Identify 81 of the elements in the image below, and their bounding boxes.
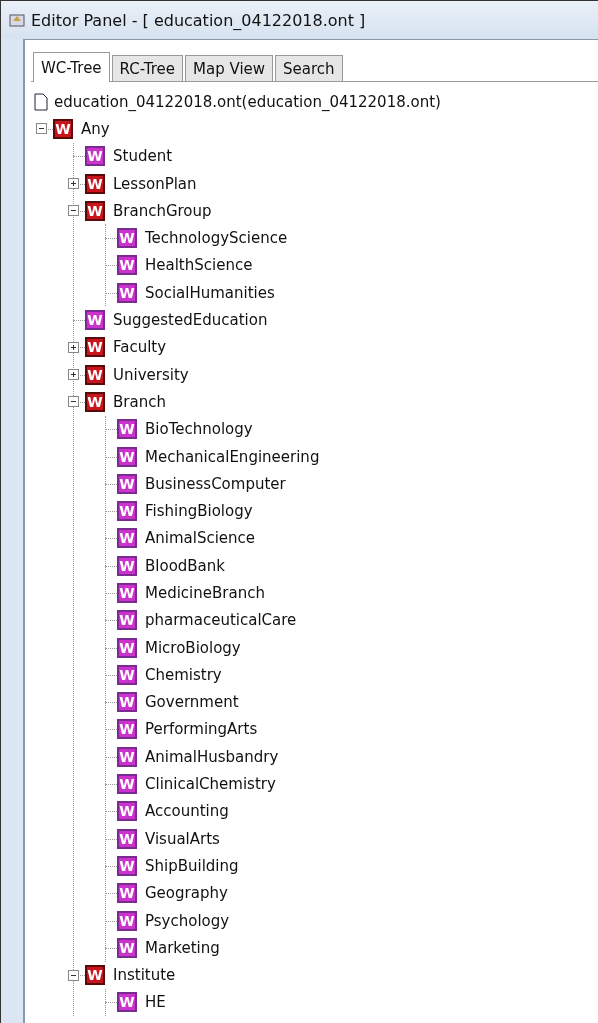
- class-badge-icon: W: [117, 937, 137, 958]
- tree-item[interactable]: pharmaceuticalCare: [145, 611, 297, 630]
- class-badge-icon: W: [117, 910, 137, 931]
- class-badge-icon: W: [117, 828, 137, 849]
- tree-item[interactable]: Accounting: [145, 802, 229, 821]
- class-badge-icon: W: [85, 391, 105, 412]
- tree-item[interactable]: MicroBiology: [145, 638, 241, 657]
- class-badge-icon: W: [117, 719, 137, 740]
- class-badge-icon: W: [85, 364, 105, 385]
- class-badge-icon: W: [117, 692, 137, 713]
- class-badge-icon: W: [117, 610, 137, 631]
- collapse-icon[interactable]: [68, 396, 79, 408]
- tree-item[interactable]: education_04122018.ont(education_04122018.ont): [54, 92, 441, 111]
- tree-item[interactable]: TechnologyScience: [145, 229, 288, 248]
- tree-item[interactable]: Geography: [145, 884, 228, 903]
- tree-item[interactable]: ShipBuilding: [145, 856, 239, 875]
- class-badge-icon: W: [85, 146, 105, 167]
- class-badge-icon: W: [53, 118, 73, 139]
- tree-item[interactable]: Marketing: [145, 938, 220, 957]
- tree-item[interactable]: Psychology: [145, 911, 230, 930]
- tree-item[interactable]: LessonPlan: [113, 174, 197, 193]
- tree-item[interactable]: FishingBiology: [145, 502, 253, 521]
- collapse-icon[interactable]: [68, 969, 79, 981]
- file-icon: [34, 92, 48, 111]
- tree-item[interactable]: Branch: [113, 392, 166, 411]
- class-badge-icon: W: [117, 883, 137, 904]
- class-badge-icon: W: [117, 637, 137, 658]
- class-badge-icon: W: [85, 200, 105, 221]
- class-badge-icon: W: [117, 992, 137, 1013]
- tree-item[interactable]: Any: [81, 119, 110, 138]
- class-badge-icon: W: [117, 282, 137, 303]
- window-title: Editor Panel - [ education_04122018.ont ]: [31, 10, 366, 30]
- class-badge-icon: W: [117, 664, 137, 685]
- app-icon: [9, 12, 25, 28]
- tree-item[interactable]: BranchGroup: [113, 201, 212, 220]
- tab[interactable]: Search: [275, 55, 343, 81]
- class-badge-icon: W: [117, 419, 137, 440]
- collapse-icon[interactable]: [36, 123, 47, 135]
- class-badge-icon: W: [117, 255, 137, 276]
- tree-item[interactable]: ClinicalChemistry: [145, 775, 276, 794]
- tab[interactable]: Map View: [185, 55, 274, 81]
- class-badge-icon: W: [85, 310, 105, 330]
- class-badge-icon: W: [117, 855, 137, 876]
- expand-icon[interactable]: [68, 369, 79, 381]
- tree-item[interactable]: MedicineBranch: [145, 584, 265, 602]
- tree-item[interactable]: Chemistry: [145, 665, 222, 684]
- tree-item[interactable]: HE: [145, 993, 166, 1012]
- class-badge-icon: W: [117, 555, 137, 576]
- tree-item[interactable]: AnimalScience: [145, 529, 256, 548]
- tree-item[interactable]: PerformingArts: [145, 720, 258, 739]
- tree-item[interactable]: BusinessComputer: [145, 474, 286, 493]
- tree-item[interactable]: Student: [113, 147, 173, 166]
- class-badge-icon: W: [117, 528, 137, 549]
- tree-item[interactable]: HealthScience: [145, 256, 253, 275]
- class-badge-icon: W: [117, 746, 137, 767]
- tree-item[interactable]: MechanicalEngineering: [145, 447, 320, 466]
- class-badge-icon: W: [117, 801, 137, 822]
- class-badge-icon: W: [117, 473, 137, 494]
- tree-item[interactable]: AnimalHusbandry: [145, 747, 279, 766]
- collapse-icon[interactable]: [68, 205, 79, 217]
- class-badge-icon: W: [117, 228, 137, 249]
- tree-item[interactable]: University: [113, 365, 189, 384]
- tree-item[interactable]: Institute: [113, 966, 176, 985]
- tree-item[interactable]: SocialHumanities: [145, 283, 275, 302]
- class-badge-icon: W: [85, 337, 105, 358]
- expand-icon[interactable]: [68, 178, 79, 190]
- class-badge-icon: W: [117, 583, 137, 603]
- expand-icon[interactable]: [68, 341, 79, 353]
- class-badge-icon: W: [85, 173, 105, 194]
- tree-item[interactable]: SuggestedEducation: [113, 311, 268, 329]
- tree-item[interactable]: Faculty: [113, 338, 167, 357]
- tab[interactable]: RC-Tree: [111, 55, 184, 81]
- class-badge-icon: W: [117, 446, 137, 467]
- tree-item[interactable]: BloodBank: [145, 556, 225, 575]
- class-badge-icon: W: [117, 501, 137, 522]
- tree-item[interactable]: VisualArts: [145, 829, 220, 848]
- tab[interactable]: WC-Tree: [33, 52, 110, 82]
- tree-item[interactable]: Government: [145, 693, 239, 712]
- class-badge-icon: W: [117, 774, 137, 795]
- class-badge-icon: W: [85, 965, 105, 986]
- tree-item[interactable]: BioTechnology: [145, 420, 253, 439]
